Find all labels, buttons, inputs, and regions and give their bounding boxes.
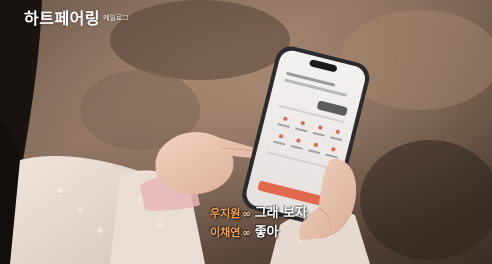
video-frame: 하트페어링 메일로그 우지원 ∞ 그래 보자 이채연 ∞ 좋아 [0,0,492,264]
subtitle-text: 그래 보자 [254,206,308,221]
speaker-name: 우지원 [210,207,241,220]
program-logo: 하트페어링 메일로그 [24,8,129,30]
infinity-icon: ∞ [242,228,251,239]
logo-subtitle: 메일로그 [103,14,129,22]
logo-title: 하트페어링 [24,9,101,28]
infinity-icon: ∞ [242,209,251,220]
subtitle-text: 좋아 [254,225,279,240]
speaker-name: 이채연 [210,226,241,239]
subtitle-line: 우지원 ∞ 그래 보자 [210,205,307,224]
subtitle-block: 우지원 ∞ 그래 보자 이채연 ∞ 좋아 [210,205,307,243]
subtitle-line: 이채연 ∞ 좋아 [210,224,307,243]
